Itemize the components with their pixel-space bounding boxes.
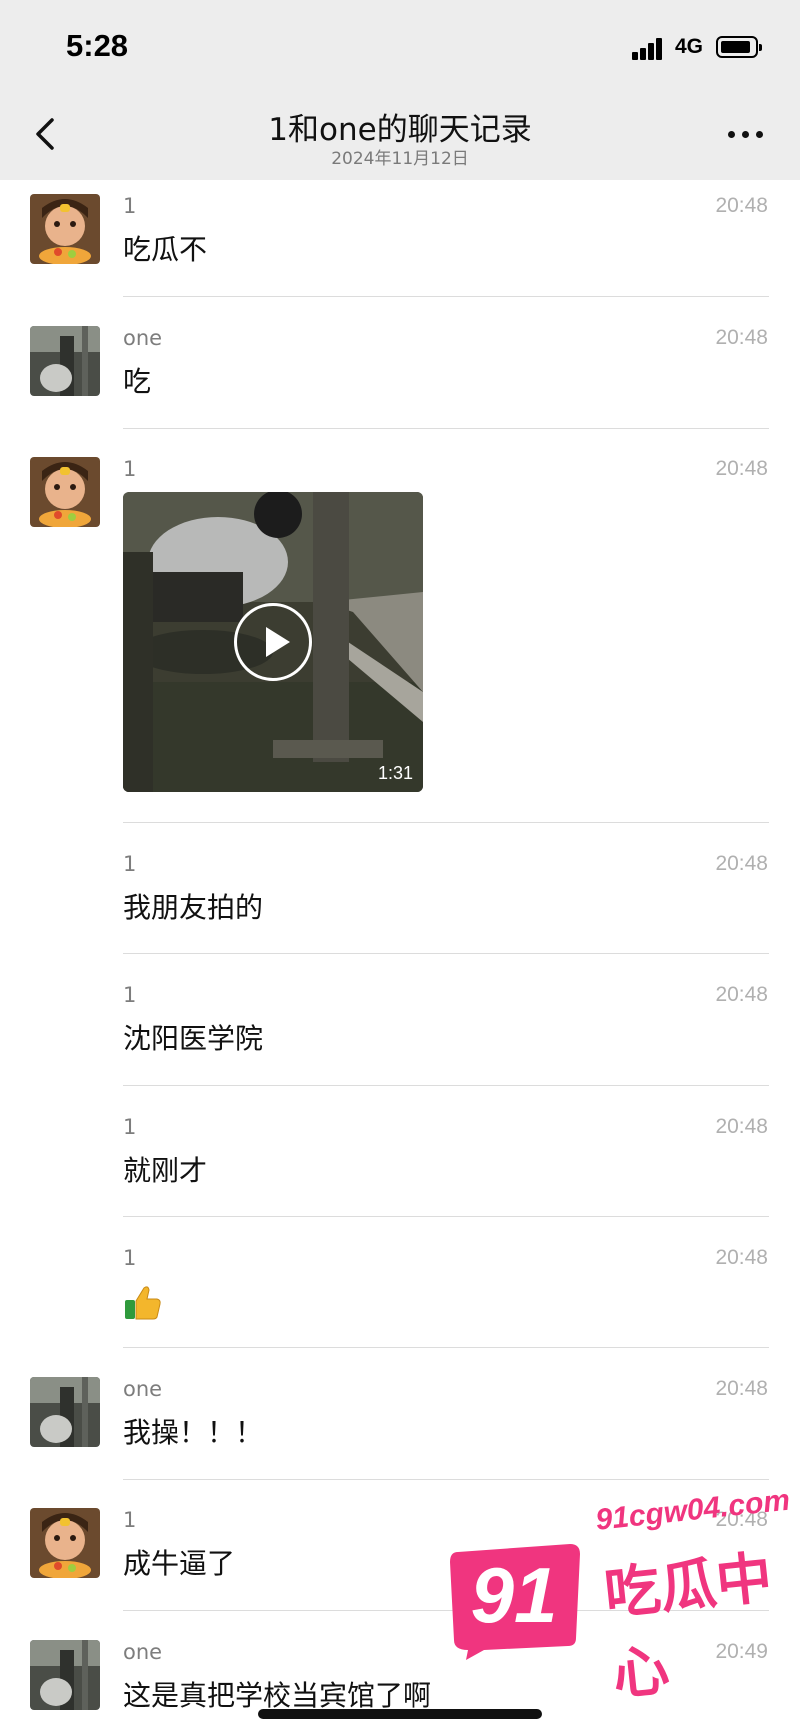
divider: [123, 428, 769, 429]
avatar-user-1[interactable]: [30, 457, 100, 527]
message-time: 20:48: [715, 983, 768, 1006]
watermark-number: 91: [470, 1551, 558, 1639]
battery-icon: [716, 36, 762, 58]
sender-name: 1: [123, 852, 137, 876]
avatar-user-1[interactable]: [30, 1508, 100, 1578]
status-bar: 5:28 4G: [0, 0, 800, 92]
divider: [123, 1479, 769, 1480]
message-text: 我操！！！: [123, 1416, 264, 1449]
avatar-user-one[interactable]: [30, 1377, 100, 1447]
sender-name: 1: [123, 457, 137, 481]
divider: [123, 296, 769, 297]
signal-icon: [632, 36, 668, 60]
divider: [123, 1347, 769, 1348]
thumbs-up-icon: [125, 1286, 161, 1320]
video-duration: 1:31: [377, 763, 413, 783]
page-title: 1和one的聊天记录: [268, 112, 532, 148]
message-time: 20:48: [715, 326, 768, 349]
message-time: 20:48: [715, 194, 768, 217]
avatar-user-one[interactable]: [30, 1640, 100, 1710]
sender-name: 1: [123, 1508, 137, 1532]
message-time: 20:48: [715, 1246, 768, 1269]
divider: [123, 1216, 769, 1217]
sender-name: 1: [123, 983, 137, 1007]
message-text: 吃瓜不: [123, 233, 208, 266]
play-icon[interactable]: [234, 603, 312, 681]
sender-name: 1: [123, 1115, 137, 1139]
video-thumbnail[interactable]: 1:31: [123, 492, 423, 792]
message-text: 这是真把学校当宾馆了啊: [123, 1679, 432, 1712]
message-time: 20:48: [715, 1377, 768, 1400]
sender-name: 1: [123, 1246, 137, 1270]
divider: [123, 822, 769, 823]
message-text: 就刚才: [123, 1154, 208, 1187]
sender-name: one: [123, 1640, 163, 1664]
watermark-text: 吃瓜中心: [601, 1545, 776, 1709]
more-options-icon[interactable]: [726, 130, 766, 140]
status-time: 5:28: [66, 28, 129, 63]
nav-bar: 1和one的聊天记录 2024年11月12日: [0, 92, 800, 180]
page-subtitle-date: 2024年11月12日: [331, 149, 469, 169]
message-text: 我朋友拍的: [123, 891, 264, 924]
message-text: 吃: [123, 365, 152, 398]
message-time: 20:48: [715, 1115, 768, 1138]
message-time: 20:48: [715, 457, 768, 480]
avatar-user-one[interactable]: [30, 326, 100, 396]
sender-name: one: [123, 1377, 163, 1401]
message-time: 20:48: [715, 852, 768, 875]
avatar-user-1[interactable]: [30, 194, 100, 264]
message-text: 成牛逼了: [123, 1547, 236, 1580]
message-text: 沈阳医学院: [123, 1022, 264, 1055]
divider: [123, 1085, 769, 1086]
network-type: 4G: [675, 35, 704, 58]
home-indicator[interactable]: [258, 1709, 542, 1719]
sender-name: 1: [123, 194, 137, 218]
sender-name: one: [123, 326, 163, 350]
divider: [123, 953, 769, 954]
